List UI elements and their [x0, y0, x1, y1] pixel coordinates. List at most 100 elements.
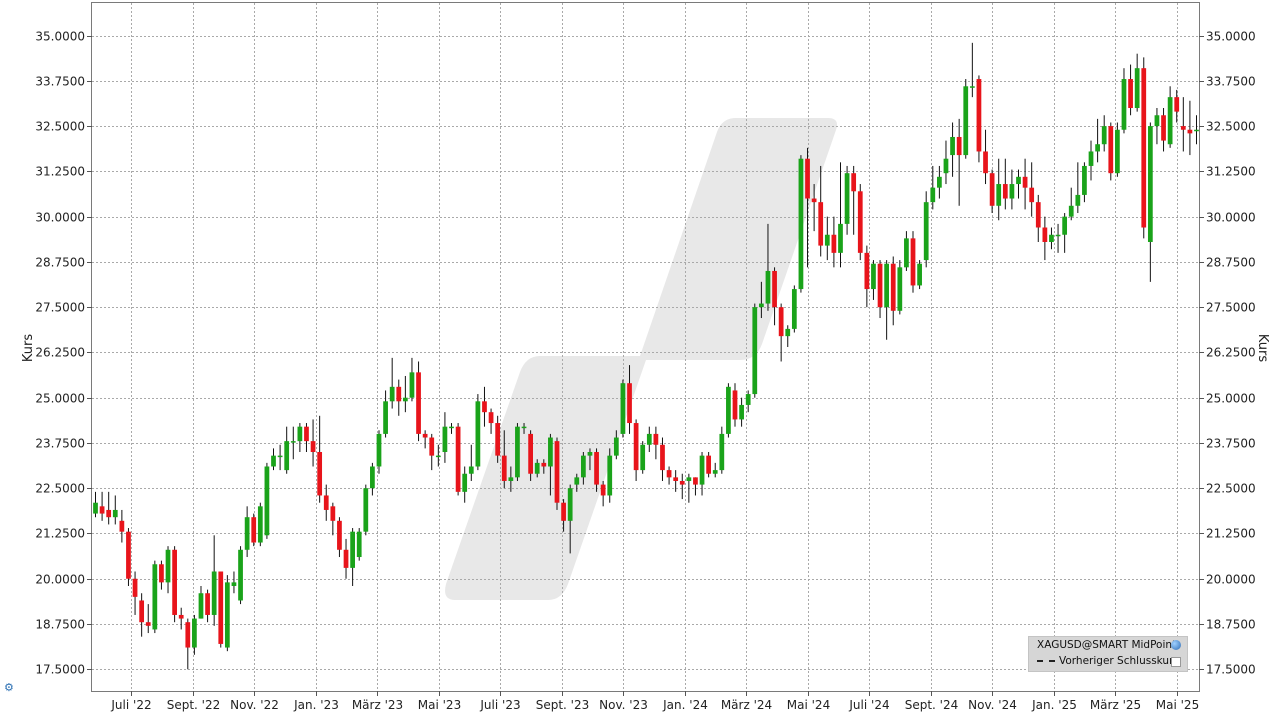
candle-body — [686, 477, 692, 481]
candle-body — [350, 531, 355, 568]
candle-body — [600, 484, 606, 496]
candle-body — [1095, 144, 1100, 152]
legend-prev-close-row[interactable]: Vorheriger Schlusskurs — [1029, 653, 1187, 669]
candle-body — [627, 383, 632, 424]
candle — [950, 122, 955, 177]
candle — [211, 535, 217, 626]
candle-body — [277, 455, 283, 458]
candle — [356, 528, 362, 561]
y-tick-label: 21.2500 — [1206, 527, 1256, 541]
y-tick-label: 30.0000 — [35, 211, 85, 225]
x-tick-label: Mai '23 — [418, 698, 461, 712]
x-tick-label: Juli '24 — [848, 698, 889, 712]
y-tick-label: 22.5000 — [1206, 482, 1256, 496]
y-axis-label-right: Kurs — [1255, 334, 1270, 362]
candle-body — [567, 488, 573, 521]
candle-body — [343, 549, 349, 568]
candle — [554, 437, 560, 510]
y-tick-label: 32.5000 — [35, 120, 85, 134]
candle-body — [508, 477, 514, 481]
candle — [337, 517, 342, 558]
candle-body — [449, 426, 454, 429]
legend-series-row[interactable]: XAGUSD@SMART MidPoint — [1029, 637, 1187, 653]
candle-body — [218, 571, 224, 644]
candle-body — [897, 267, 903, 311]
candle-body — [93, 502, 98, 514]
candle-body — [224, 582, 230, 648]
candle-body — [192, 618, 197, 648]
candle — [607, 448, 613, 503]
candle — [297, 423, 303, 453]
candle-body — [106, 509, 112, 518]
checkbox-icon[interactable] — [1171, 657, 1181, 667]
candle — [1187, 100, 1193, 156]
candle — [152, 560, 158, 634]
candle-body — [442, 426, 448, 453]
legend[interactable]: XAGUSD@SMART MidPoint Vorheriger Schluss… — [1028, 636, 1188, 672]
candle — [251, 513, 257, 547]
y-tick-label: 26.2500 — [35, 346, 85, 360]
candle — [693, 477, 698, 496]
candle — [1161, 108, 1166, 152]
candle — [238, 546, 243, 605]
y-tick-label: 18.7500 — [35, 618, 85, 632]
candle — [429, 433, 435, 471]
x-tick-label: März '23 — [352, 698, 403, 712]
candle — [976, 75, 982, 163]
candle — [1082, 162, 1087, 203]
y-tick-label: 33.7500 — [35, 75, 85, 89]
candle — [277, 444, 283, 471]
candle — [284, 426, 290, 474]
candle — [370, 462, 375, 496]
candle-body — [580, 455, 586, 478]
candle — [396, 379, 402, 416]
y-tick-label: 27.5000 — [1206, 301, 1256, 315]
candle — [851, 165, 857, 235]
candle-body — [950, 136, 955, 156]
chart-settings-icon[interactable]: ⚙ — [4, 681, 14, 694]
candle-body — [159, 564, 164, 583]
candle — [719, 426, 725, 474]
candle-body — [1002, 184, 1008, 199]
candle-body — [211, 571, 217, 615]
candle — [1180, 97, 1186, 152]
candle — [1108, 122, 1114, 181]
candle-body — [574, 477, 580, 485]
candle-body — [178, 614, 184, 619]
y-axis-label-left: Kurs — [21, 334, 36, 362]
candle — [666, 466, 672, 485]
candle-body — [501, 455, 507, 481]
candle-body — [132, 578, 138, 597]
candle — [93, 491, 98, 518]
candle — [402, 375, 408, 413]
candle-body — [1115, 129, 1120, 174]
candle — [1049, 227, 1054, 250]
dashed-line-icon — [1037, 660, 1055, 662]
candle — [752, 303, 758, 398]
candle — [686, 473, 692, 503]
watermark-logo — [445, 118, 837, 600]
candle-body — [1088, 151, 1094, 166]
candle-body — [772, 270, 777, 308]
candle-body — [613, 437, 619, 456]
candle — [165, 546, 171, 594]
candle — [1194, 115, 1199, 145]
candle — [323, 484, 329, 521]
y-tick-label: 30.0000 — [1206, 211, 1256, 225]
candle-body — [1042, 227, 1048, 242]
candle-body — [824, 234, 830, 246]
candle — [231, 571, 237, 594]
candle — [963, 79, 969, 159]
candle-body — [495, 423, 501, 456]
candle-body — [699, 455, 705, 485]
candle — [646, 426, 652, 453]
candle-body — [1121, 79, 1127, 130]
candle-body — [152, 564, 158, 630]
candle — [1035, 194, 1041, 242]
candle — [449, 423, 454, 434]
candle-body — [983, 151, 988, 174]
candle-body — [1128, 79, 1133, 109]
candle — [838, 162, 843, 268]
candle — [310, 419, 316, 467]
candle-body — [310, 441, 316, 453]
